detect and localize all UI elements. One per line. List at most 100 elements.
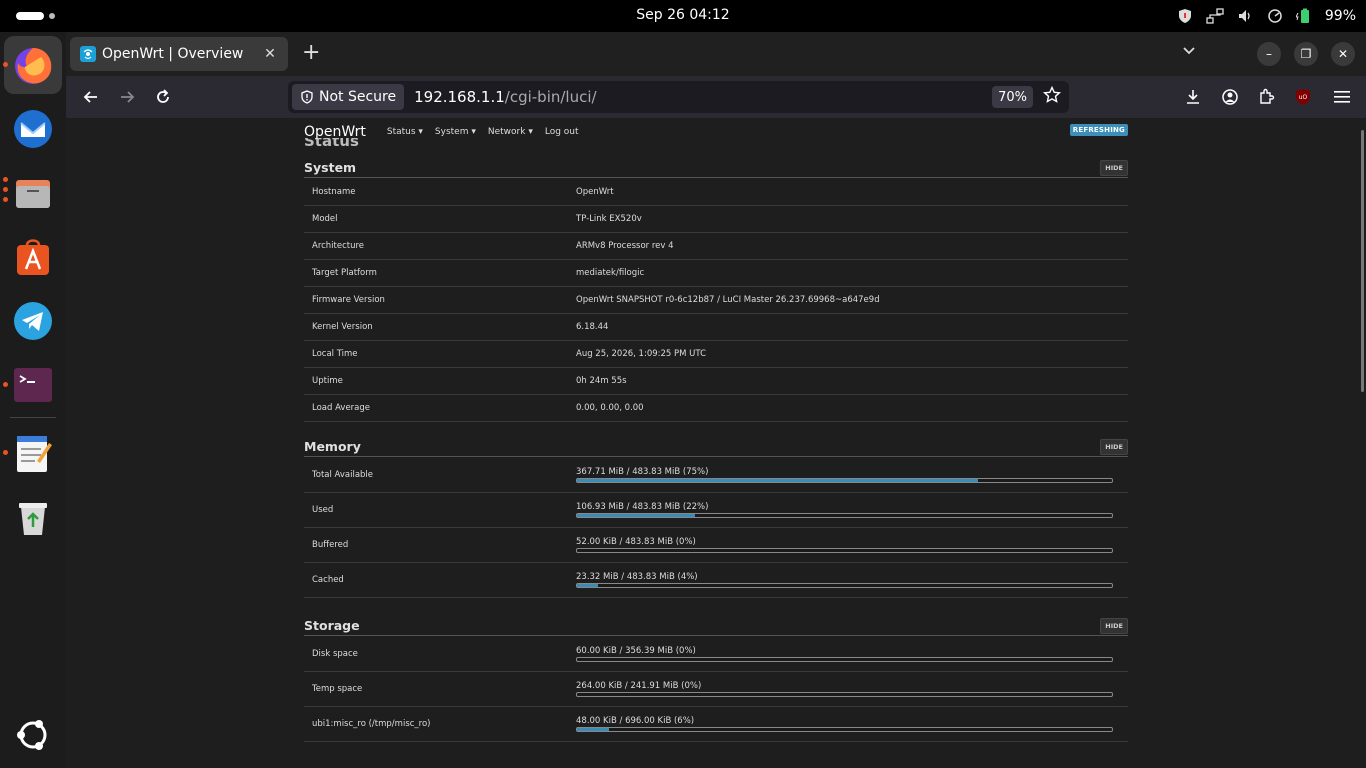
navigation-toolbar: Not Secure 192.168.1.1/cgi-bin/luci/ 70%… — [66, 76, 1366, 118]
running-indicator — [3, 450, 8, 455]
url-text[interactable]: 192.168.1.1/cgi-bin/luci/ — [414, 88, 596, 106]
svg-text:uO: uO — [1299, 94, 1308, 101]
usage-progress-bar — [576, 727, 1113, 732]
row-key: Target Platform — [312, 268, 377, 278]
usage-label: 52.00 KiB / 483.83 MiB (0%) — [576, 537, 696, 547]
forward-button[interactable] — [116, 86, 138, 108]
menu-logout[interactable]: Log out — [545, 127, 579, 137]
row-key: Buffered — [312, 540, 349, 550]
usage-label: 23.32 MiB / 483.83 MiB (4%) — [576, 572, 698, 582]
row-key: Firmware Version — [312, 295, 385, 305]
maximize-button[interactable]: ❐ — [1294, 42, 1318, 66]
zoom-level-button[interactable]: 70% — [992, 86, 1033, 108]
tab-bar: OpenWrt | Overview ✕ + – ❐ ✕ — [66, 32, 1366, 76]
page-scrollbar[interactable] — [1361, 130, 1364, 392]
usage-progress-fill — [577, 728, 610, 731]
files-icon — [16, 180, 50, 208]
address-bar[interactable]: Not Secure 192.168.1.1/cgi-bin/luci/ 70% — [288, 81, 1069, 113]
site-security-button[interactable]: Not Secure — [292, 84, 405, 110]
system-top-bar: Sep 26 04:12 99% — [0, 0, 1366, 32]
tab-close-icon[interactable]: ✕ — [262, 46, 278, 62]
menu-system[interactable]: System ▾ — [435, 127, 476, 137]
usage-cell: 367.71 MiB / 483.83 MiB (75%) — [576, 467, 1113, 483]
security-label: Not Secure — [319, 89, 397, 105]
new-tab-button[interactable]: + — [302, 42, 320, 64]
battery-icon[interactable] — [1295, 6, 1315, 26]
table-row: Total Available 367.71 MiB / 483.83 MiB (… — [304, 458, 1128, 493]
dock-firefox[interactable] — [4, 36, 62, 94]
extensions-button[interactable] — [1255, 86, 1277, 108]
network-icon[interactable] — [1205, 6, 1225, 26]
dock-separator — [10, 417, 56, 418]
text-editor-icon — [17, 436, 52, 472]
dock-app-center[interactable] — [4, 228, 62, 286]
openwrt-favicon-icon — [80, 46, 96, 62]
table-row: Cached 23.32 MiB / 483.83 MiB (4%) — [304, 563, 1128, 598]
system-section-title: System — [304, 160, 357, 175]
menu-network[interactable]: Network ▾ — [488, 127, 533, 137]
row-value: ARMv8 Processor rev 4 — [576, 241, 674, 251]
tab-openwrt-overview[interactable]: OpenWrt | Overview ✕ — [70, 37, 288, 71]
ubuntu-logo-icon — [17, 720, 47, 750]
close-window-button[interactable]: ✕ — [1331, 42, 1355, 66]
dock-terminal[interactable] — [4, 356, 62, 414]
memory-section-title: Memory — [304, 439, 361, 454]
page-viewport[interactable]: Status OpenWrt Status ▾ System ▾ Network… — [66, 118, 1366, 768]
reload-icon — [157, 89, 169, 103]
luci-brand[interactable]: OpenWrt — [304, 124, 366, 140]
usage-progress-fill — [577, 479, 979, 482]
usage-cell: 52.00 KiB / 483.83 MiB (0%) — [576, 537, 1113, 553]
memory-hide-button[interactable]: HIDE — [1100, 438, 1128, 455]
reload-button[interactable] — [152, 86, 174, 108]
row-key: Hostname — [312, 187, 356, 197]
menu-status[interactable]: Status ▾ — [387, 127, 423, 137]
storage-hide-button[interactable]: HIDE — [1100, 617, 1128, 634]
tab-title: OpenWrt | Overview — [102, 46, 244, 62]
back-button[interactable] — [80, 86, 102, 108]
ublock-origin-button[interactable]: uO — [1292, 86, 1314, 108]
usage-label: 106.93 MiB / 483.83 MiB (22%) — [576, 502, 709, 512]
running-indicator — [3, 197, 8, 202]
system-tray[interactable]: 99% — [1175, 6, 1356, 26]
dock-show-apps[interactable] — [4, 706, 62, 764]
refreshing-badge[interactable]: REFRESHING — [1069, 124, 1128, 136]
system-hide-button[interactable]: HIDE — [1100, 159, 1128, 176]
firefox-icon — [15, 48, 52, 84]
table-row: Disk space 60.00 KiB / 356.39 MiB (0%) — [304, 637, 1128, 672]
usage-cell: 264.00 KiB / 241.91 MiB (0%) — [576, 681, 1113, 697]
row-key: ubi1:misc_ro (/tmp/misc_ro) — [312, 719, 431, 729]
shield-icon[interactable] — [1175, 6, 1195, 26]
dock-thunderbird[interactable] — [4, 100, 62, 158]
system-clock[interactable]: Sep 26 04:12 — [0, 7, 1366, 23]
usage-label: 367.71 MiB / 483.83 MiB (75%) — [576, 467, 709, 477]
telegram-icon — [14, 302, 52, 340]
usage-progress-fill — [577, 514, 695, 517]
account-button[interactable] — [1219, 86, 1241, 108]
dock-trash[interactable] — [4, 488, 62, 546]
row-value: TP-Link EX520v — [576, 214, 642, 224]
dock-telegram[interactable] — [4, 292, 62, 350]
storage-section-header: Storage HIDE — [304, 616, 1128, 636]
app-menu-button[interactable] — [1331, 86, 1353, 108]
row-key: Temp space — [312, 684, 363, 694]
app-dock — [0, 32, 66, 768]
table-row: Architecture ARMv8 Processor rev 4 — [304, 233, 1128, 260]
bookmark-star-icon[interactable] — [1042, 85, 1062, 108]
usage-progress-bar — [576, 583, 1113, 588]
thunderbird-icon — [14, 110, 52, 148]
storage-section-title: Storage — [304, 618, 360, 633]
downloads-button[interactable] — [1182, 86, 1204, 108]
dock-files[interactable] — [4, 164, 62, 222]
minimize-button[interactable]: – — [1257, 42, 1281, 66]
power-profile-icon[interactable] — [1265, 6, 1285, 26]
usage-progress-fill — [577, 584, 599, 587]
row-key: Uptime — [312, 376, 343, 386]
volume-icon[interactable] — [1235, 6, 1255, 26]
table-row: Hostname OpenWrt — [304, 179, 1128, 206]
usage-label: 264.00 KiB / 241.91 MiB (0%) — [576, 681, 702, 691]
row-value: OpenWrt SNAPSHOT r0-6c12b87 / LuCI Maste… — [576, 295, 880, 305]
dock-text-editor[interactable] — [4, 424, 62, 482]
list-all-tabs-chevron-icon[interactable] — [1182, 44, 1196, 60]
usage-cell: 106.93 MiB / 483.83 MiB (22%) — [576, 502, 1113, 518]
url-host: 192.168.1.1 — [414, 88, 505, 106]
